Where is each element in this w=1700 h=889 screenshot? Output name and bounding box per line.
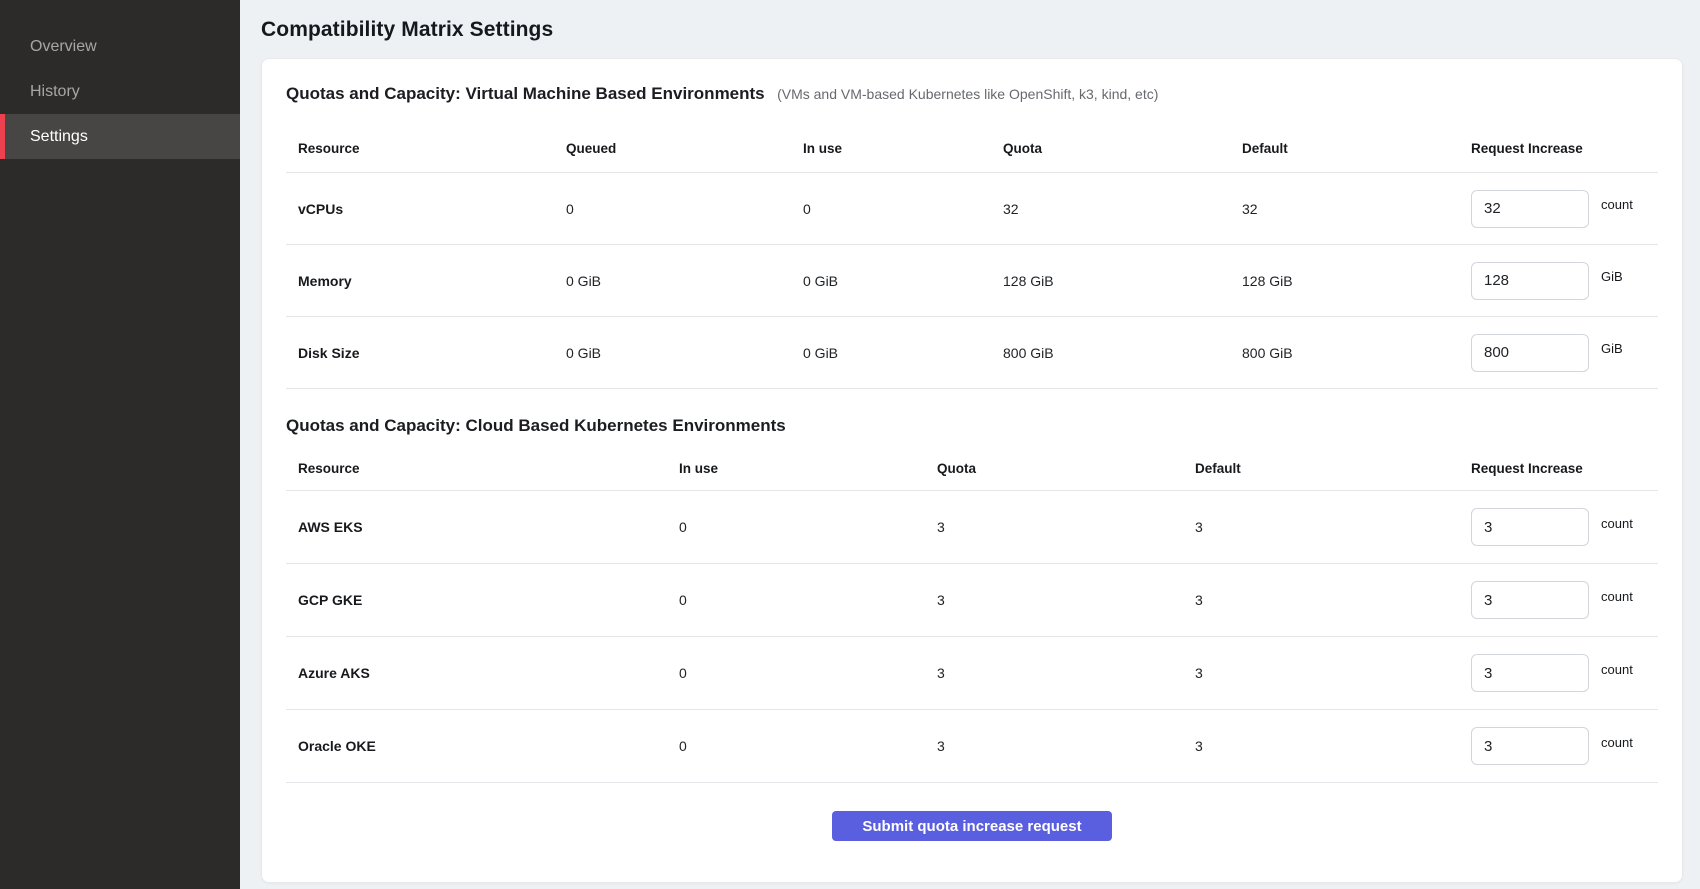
settings-card: Quotas and Capacity: Virtual Machine Bas… xyxy=(261,58,1683,883)
resource-name: Azure AKS xyxy=(286,665,667,681)
resource-name: Oracle OKE xyxy=(286,738,667,754)
cloud-k8s-quotas-table: ResourceIn useQuotaDefaultRequest Increa… xyxy=(286,447,1658,783)
column-header-queued: Queued xyxy=(554,141,791,156)
sidebar-item-settings[interactable]: Settings xyxy=(0,114,240,159)
column-header-in-use: In use xyxy=(791,141,991,156)
request-increase-input[interactable] xyxy=(1471,262,1589,300)
request-increase-input[interactable] xyxy=(1471,581,1589,619)
queued-value: 0 GiB xyxy=(554,345,791,361)
sidebar: Overview History Settings xyxy=(0,0,240,889)
table-header-row: ResourceIn useQuotaDefaultRequest Increa… xyxy=(286,447,1658,491)
request-increase-input[interactable] xyxy=(1471,508,1589,546)
section-title: Quotas and Capacity: Cloud Based Kuberne… xyxy=(286,416,786,435)
vm-quotas-heading: Quotas and Capacity: Virtual Machine Bas… xyxy=(286,83,1658,105)
unit-label: count xyxy=(1601,735,1633,750)
column-header-default: Default xyxy=(1230,141,1459,156)
sidebar-item-history[interactable]: History xyxy=(0,69,240,114)
table-row: GCP GKE033count xyxy=(286,564,1658,637)
quota-value: 800 GiB xyxy=(991,345,1230,361)
request-increase-input[interactable] xyxy=(1471,334,1589,372)
in-use-value: 0 xyxy=(667,738,925,754)
quota-value: 3 xyxy=(925,665,1183,681)
resource-name: Disk Size xyxy=(286,345,554,361)
unit-label: count xyxy=(1601,516,1633,531)
table-row: AWS EKS033count xyxy=(286,491,1658,564)
quota-value: 3 xyxy=(925,738,1183,754)
default-value: 3 xyxy=(1183,592,1459,608)
request-increase-cell: GiB xyxy=(1459,262,1658,300)
unit-label: GiB xyxy=(1601,341,1623,356)
request-increase-input[interactable] xyxy=(1471,190,1589,228)
table-row: vCPUs003232count xyxy=(286,173,1658,245)
sidebar-item-label: Settings xyxy=(30,128,88,146)
unit-label: GiB xyxy=(1601,269,1623,284)
table-row: Oracle OKE033count xyxy=(286,710,1658,783)
resource-name: AWS EKS xyxy=(286,519,667,535)
in-use-value: 0 xyxy=(667,665,925,681)
table-header-row: ResourceQueuedIn useQuotaDefaultRequest … xyxy=(286,125,1658,173)
resource-name: vCPUs xyxy=(286,201,554,217)
in-use-value: 0 xyxy=(667,519,925,535)
unit-label: count xyxy=(1601,662,1633,677)
in-use-value: 0 xyxy=(667,592,925,608)
column-header-request-increase: Request Increase xyxy=(1459,461,1658,476)
quota-value: 3 xyxy=(925,519,1183,535)
request-increase-cell: GiB xyxy=(1459,334,1658,372)
in-use-value: 0 GiB xyxy=(791,273,991,289)
queued-value: 0 GiB xyxy=(554,273,791,289)
vm-quotas-section: Quotas and Capacity: Virtual Machine Bas… xyxy=(286,83,1658,389)
table-row: Memory0 GiB0 GiB128 GiB128 GiBGiB xyxy=(286,245,1658,317)
column-header-resource: Resource xyxy=(286,461,667,476)
column-header-default: Default xyxy=(1183,461,1459,476)
sidebar-item-label: Overview xyxy=(30,38,97,56)
table-row: Azure AKS033count xyxy=(286,637,1658,710)
column-header-quota: Quota xyxy=(991,141,1230,156)
cloud-k8s-heading: Quotas and Capacity: Cloud Based Kuberne… xyxy=(286,415,1658,437)
column-header-request-increase: Request Increase xyxy=(1459,141,1658,156)
request-increase-cell: count xyxy=(1459,508,1658,546)
card-bottom-spacer xyxy=(286,841,1658,858)
request-increase-input[interactable] xyxy=(1471,727,1589,765)
default-value: 3 xyxy=(1183,738,1459,754)
in-use-value: 0 xyxy=(791,201,991,217)
submit-quota-increase-button[interactable]: Submit quota increase request xyxy=(832,811,1111,841)
section-title: Quotas and Capacity: Virtual Machine Bas… xyxy=(286,84,765,103)
cloud-k8s-quotas-section: Quotas and Capacity: Cloud Based Kuberne… xyxy=(286,415,1658,783)
column-header-quota: Quota xyxy=(925,461,1183,476)
column-header-in-use: In use xyxy=(667,461,925,476)
request-increase-cell: count xyxy=(1459,190,1658,228)
resource-name: GCP GKE xyxy=(286,592,667,608)
default-value: 3 xyxy=(1183,519,1459,535)
request-increase-cell: count xyxy=(1459,581,1658,619)
queued-value: 0 xyxy=(554,201,791,217)
request-increase-input[interactable] xyxy=(1471,654,1589,692)
table-row: Disk Size0 GiB0 GiB800 GiB800 GiBGiB xyxy=(286,317,1658,389)
app-window: Overview History Settings Compatibility … xyxy=(0,0,1700,889)
request-increase-cell: count xyxy=(1459,727,1658,765)
page-title: Compatibility Matrix Settings xyxy=(261,18,1683,42)
section-subtitle: (VMs and VM-based Kubernetes like OpenSh… xyxy=(777,86,1158,102)
sidebar-item-label: History xyxy=(30,83,80,101)
in-use-value: 0 GiB xyxy=(791,345,991,361)
actions-bar: Submit quota increase request xyxy=(286,811,1658,841)
main-content: Compatibility Matrix Settings Quotas and… xyxy=(240,0,1700,889)
unit-label: count xyxy=(1601,589,1633,604)
default-value: 32 xyxy=(1230,201,1459,217)
default-value: 128 GiB xyxy=(1230,273,1459,289)
default-value: 800 GiB xyxy=(1230,345,1459,361)
column-header-resource: Resource xyxy=(286,141,554,156)
unit-label: count xyxy=(1601,197,1633,212)
sidebar-item-overview[interactable]: Overview xyxy=(0,24,240,69)
quota-value: 32 xyxy=(991,201,1230,217)
vm-quotas-table: ResourceQueuedIn useQuotaDefaultRequest … xyxy=(286,125,1658,389)
quota-value: 128 GiB xyxy=(991,273,1230,289)
quota-value: 3 xyxy=(925,592,1183,608)
default-value: 3 xyxy=(1183,665,1459,681)
request-increase-cell: count xyxy=(1459,654,1658,692)
resource-name: Memory xyxy=(286,273,554,289)
